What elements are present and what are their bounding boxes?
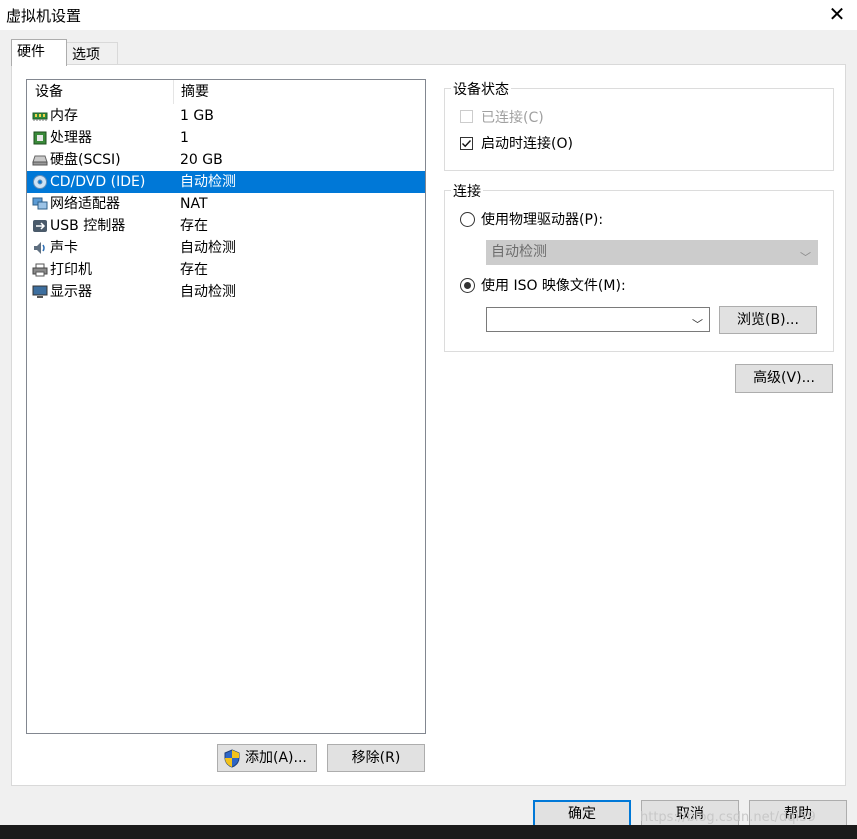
- connect-at-power-on-label: 启动时连接(O): [481, 136, 573, 152]
- processor-icon: [33, 131, 47, 145]
- device-summary: 20 GB: [180, 152, 223, 168]
- close-icon[interactable]: ✕: [826, 2, 848, 26]
- chevron-down-icon[interactable]: ﹀: [692, 313, 703, 336]
- device-name: 处理器: [50, 130, 92, 146]
- watermark-text: https://blog.csdn.net/dqi59: [640, 810, 816, 825]
- device-name: 硬盘(SCSI): [50, 152, 121, 168]
- memory-icon: [32, 112, 48, 121]
- window-title: 虚拟机设置: [6, 7, 82, 25]
- tab-options[interactable]: 选项: [66, 42, 118, 65]
- sound-card-icon: [34, 242, 45, 254]
- device-summary: 自动检测: [180, 284, 236, 300]
- remove-button[interactable]: 移除(R): [327, 744, 425, 772]
- device-name: 打印机: [50, 262, 92, 278]
- device-name: USB 控制器: [50, 218, 126, 234]
- device-row-processor[interactable]: 处理器 1: [27, 127, 425, 149]
- physical-drive-select-value: 自动检测: [491, 244, 547, 260]
- physical-drive-label: 使用物理驱动器(P):: [481, 212, 604, 228]
- shield-icon: [224, 749, 240, 768]
- device-name: CD/DVD (IDE): [50, 174, 146, 190]
- device-name: 内存: [50, 108, 78, 124]
- device-row-network-adapter[interactable]: 网络适配器 NAT: [27, 193, 425, 215]
- device-summary: 自动检测: [180, 174, 236, 190]
- physical-drive-radio[interactable]: [460, 212, 475, 227]
- add-button[interactable]: 添加(A)...: [217, 744, 317, 772]
- device-row-printer[interactable]: 打印机 存在: [27, 259, 425, 281]
- device-name: 声卡: [50, 240, 78, 256]
- column-header-device[interactable]: 设备: [27, 80, 63, 104]
- device-summary: 1: [180, 130, 189, 146]
- device-summary: 存在: [180, 218, 208, 234]
- background-window-strip: [0, 825, 857, 839]
- tab-hardware[interactable]: 硬件: [11, 39, 67, 66]
- add-button-label: 添加(A)...: [245, 750, 307, 766]
- device-summary: 1 GB: [180, 108, 214, 124]
- hard-disk-icon: [32, 155, 48, 166]
- network-adapter-icon: [32, 197, 48, 210]
- title-bar: [0, 0, 857, 30]
- device-row-cd-dvd[interactable]: CD/DVD (IDE) 自动检测: [27, 171, 425, 193]
- device-list[interactable]: 设备 摘要 内存 1 GB 处理器 1 硬盘(SCSI) 20 GB CD/DV…: [26, 79, 426, 734]
- check-icon: [462, 140, 472, 148]
- cd-dvd-icon: [33, 175, 47, 189]
- iso-image-radio[interactable]: [460, 278, 475, 293]
- advanced-button[interactable]: 高级(V)...: [735, 364, 833, 393]
- device-row-memory[interactable]: 内存 1 GB: [27, 105, 425, 127]
- iso-path-combobox[interactable]: ﹀: [486, 307, 710, 332]
- device-row-sound-card[interactable]: 声卡 自动检测: [27, 237, 425, 259]
- device-row-usb-controller[interactable]: USB 控制器 存在: [27, 215, 425, 237]
- device-summary: NAT: [180, 196, 208, 212]
- device-summary: 自动检测: [180, 240, 236, 256]
- device-status-group: [444, 88, 834, 171]
- browse-button[interactable]: 浏览(B)...: [719, 306, 817, 334]
- column-header-summary[interactable]: 摘要: [173, 80, 209, 104]
- device-name: 网络适配器: [50, 196, 120, 212]
- device-status-title: 设备状态: [451, 79, 511, 99]
- ok-button[interactable]: 确定: [533, 800, 631, 828]
- display-icon: [32, 285, 48, 298]
- device-summary: 存在: [180, 262, 208, 278]
- physical-drive-select[interactable]: 自动检测 ﹀: [486, 240, 818, 265]
- chevron-down-icon: ﹀: [800, 251, 811, 264]
- device-row-hard-disk[interactable]: 硬盘(SCSI) 20 GB: [27, 149, 425, 171]
- connection-title: 连接: [451, 181, 483, 201]
- device-row-display[interactable]: 显示器 自动检测: [27, 281, 425, 303]
- device-name: 显示器: [50, 284, 92, 300]
- usb-icon: [33, 220, 47, 232]
- connect-at-power-on-checkbox[interactable]: [460, 137, 473, 150]
- connected-label: 已连接(C): [481, 110, 544, 126]
- iso-image-label: 使用 ISO 映像文件(M):: [481, 278, 626, 294]
- printer-icon: [32, 263, 48, 277]
- connected-checkbox[interactable]: [460, 110, 473, 123]
